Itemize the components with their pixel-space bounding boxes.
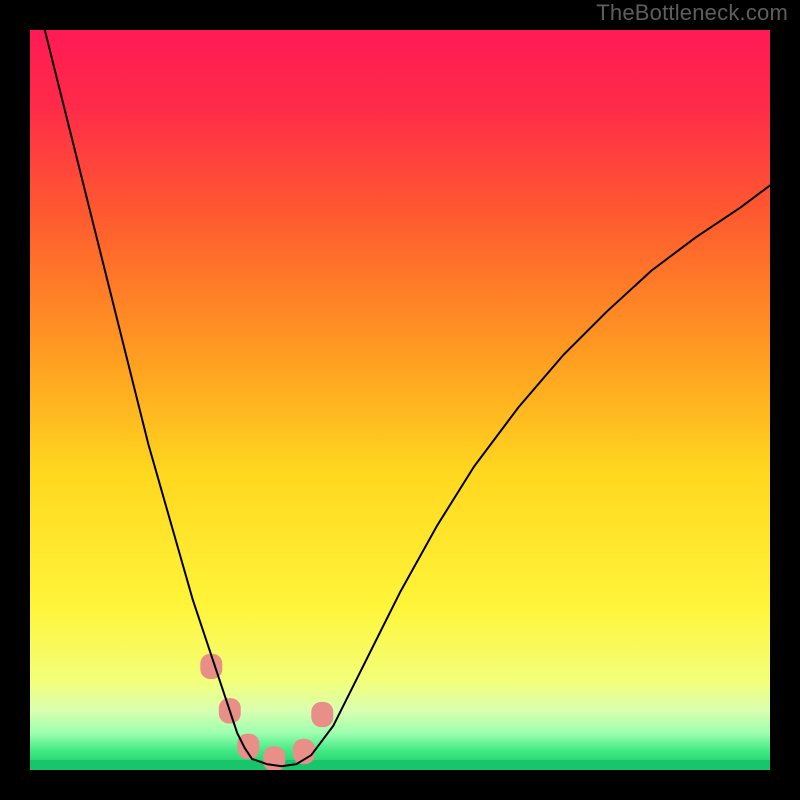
plot-area [30, 30, 770, 770]
figure-root: TheBottleneck.com [0, 0, 800, 800]
marker-point [237, 734, 259, 759]
chart-background [30, 30, 770, 770]
chart-svg [30, 30, 770, 770]
marker-point [311, 702, 333, 727]
baseline-band [30, 760, 770, 770]
watermark-text: TheBottleneck.com [596, 0, 788, 26]
